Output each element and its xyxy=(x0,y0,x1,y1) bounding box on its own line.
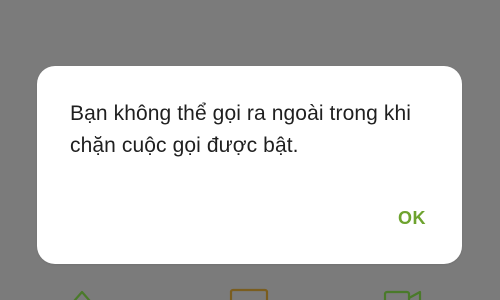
ok-button[interactable]: OK xyxy=(394,206,430,231)
bottom-bar xyxy=(0,270,500,300)
square-icon[interactable] xyxy=(229,286,269,300)
alert-dialog: Bạn không thể gọi ra ngoài trong khi chặ… xyxy=(37,66,462,264)
home-icon[interactable] xyxy=(62,286,102,300)
dialog-message: Bạn không thể gọi ra ngoài trong khi chặ… xyxy=(70,102,412,157)
screen: Bạn không thể gọi ra ngoài trong khi chặ… xyxy=(0,0,500,300)
video-icon[interactable] xyxy=(383,286,423,300)
